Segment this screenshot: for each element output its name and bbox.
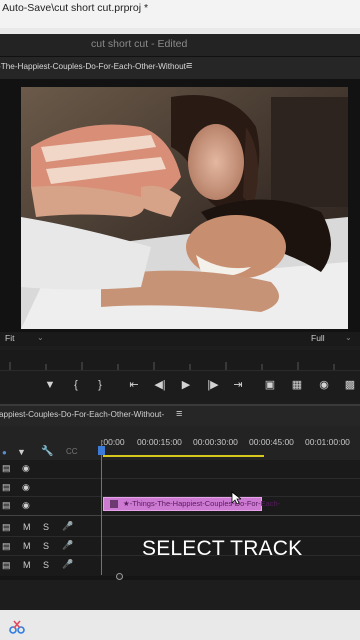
film-icon[interactable]: ▤ xyxy=(2,522,11,533)
tutorial-caption: SELECT TRACK xyxy=(142,537,303,560)
work-area-bar[interactable] xyxy=(103,455,264,457)
chevron-down-icon[interactable]: ⌄ xyxy=(345,333,352,342)
playhead-handle[interactable] xyxy=(98,446,105,455)
microphone-icon[interactable]: 🎤 xyxy=(62,521,73,532)
program-monitor-tab-title[interactable]: -The-Happiest-Couples-Do-For-Each-Other-… xyxy=(0,62,189,71)
eye-icon[interactable]: ◉ xyxy=(22,500,30,511)
timecode-label: 00:00:30:00 xyxy=(193,437,238,447)
monitor-zoom-bar xyxy=(0,332,360,346)
film-icon[interactable]: ▤ xyxy=(2,560,11,571)
panel-menu-icon[interactable]: ≡ xyxy=(186,60,192,72)
film-icon[interactable]: ▤ xyxy=(2,500,11,511)
overwrite-icon[interactable]: ▦ xyxy=(289,378,305,392)
film-icon[interactable]: ▤ xyxy=(2,482,11,493)
eye-icon[interactable]: ◉ xyxy=(22,463,30,474)
video-frame-image xyxy=(21,87,348,329)
microphone-icon[interactable]: 🎤 xyxy=(62,540,73,551)
playhead-line[interactable] xyxy=(101,440,102,575)
video-preview[interactable] xyxy=(21,87,348,329)
scrollbar-handle[interactable] xyxy=(116,573,123,580)
project-header: cut short cut - Edited xyxy=(0,34,360,57)
monitor-time-ruler[interactable] xyxy=(0,350,360,371)
film-icon[interactable]: ▤ xyxy=(2,463,11,474)
play-icon[interactable]: ▶ xyxy=(178,378,194,392)
clip-label: ★-Things-The-Happiest-Couples-Do-For-Eac… xyxy=(123,499,281,508)
marker-icon[interactable]: ▼ xyxy=(42,378,58,392)
microphone-icon[interactable]: 🎤 xyxy=(62,559,73,570)
resolution-select[interactable]: Full xyxy=(311,333,325,343)
mark-out-icon[interactable]: } xyxy=(92,378,108,392)
mute-button[interactable]: M xyxy=(23,560,31,570)
compare-icon[interactable]: ▩ xyxy=(342,378,358,392)
step-back-icon[interactable]: ◀| xyxy=(152,378,168,392)
mark-in-icon[interactable]: { xyxy=(68,378,84,392)
ruler-ticks xyxy=(9,362,335,370)
sequence-tab[interactable]: appiest-Couples-Do-For-Each-Other-Withou… xyxy=(0,406,360,426)
timecode-label: 00:01:00:00 xyxy=(305,437,350,447)
sequence-tab-title[interactable]: appiest-Couples-Do-For-Each-Other-Withou… xyxy=(0,410,164,419)
timecode-label: 00:00:45:00 xyxy=(249,437,294,447)
step-forward-icon[interactable]: |▶ xyxy=(205,378,221,392)
solo-button[interactable]: S xyxy=(43,541,49,551)
zoom-fit-select[interactable]: Fit xyxy=(5,333,14,343)
mute-button[interactable]: M xyxy=(23,522,31,532)
timeline-scrollbar[interactable] xyxy=(0,576,360,580)
linked-selection-icon[interactable]: ▼ xyxy=(17,447,26,457)
snipping-tool-icon[interactable] xyxy=(9,619,25,635)
window-title: o Auto-Save\cut short cut.prproj * xyxy=(0,2,149,14)
mute-button[interactable]: M xyxy=(23,541,31,551)
fx-badge-icon xyxy=(110,500,118,508)
film-icon[interactable]: ▤ xyxy=(2,541,11,552)
cursor-icon xyxy=(231,491,241,505)
timecode-label: 00:00:15:00 xyxy=(137,437,182,447)
program-monitor-tab[interactable]: -The-Happiest-Couples-Do-For-Each-Other-… xyxy=(0,57,360,80)
eye-icon[interactable]: ◉ xyxy=(22,482,30,493)
window-title-bar: o Auto-Save\cut short cut.prproj * xyxy=(0,0,360,28)
solo-button[interactable]: S xyxy=(43,560,49,570)
project-title: cut short cut - Edited xyxy=(91,38,188,50)
go-to-out-icon[interactable]: ⇥ xyxy=(230,378,246,392)
track-divider xyxy=(0,478,360,479)
snap-icon[interactable]: ● xyxy=(2,448,7,457)
insert-icon[interactable]: ▣ xyxy=(262,378,278,392)
chevron-down-icon[interactable]: ⌄ xyxy=(37,333,44,342)
track-divider xyxy=(0,515,360,516)
taskbar xyxy=(0,610,360,640)
panel-menu-icon[interactable]: ≡ xyxy=(176,408,182,420)
go-to-in-icon[interactable]: ⇤ xyxy=(126,378,142,392)
wrench-icon[interactable]: 🔧 xyxy=(41,446,53,457)
captions-icon[interactable]: CC xyxy=(66,447,78,456)
solo-button[interactable]: S xyxy=(43,522,49,532)
export-frame-icon[interactable]: ◉ xyxy=(316,378,332,392)
